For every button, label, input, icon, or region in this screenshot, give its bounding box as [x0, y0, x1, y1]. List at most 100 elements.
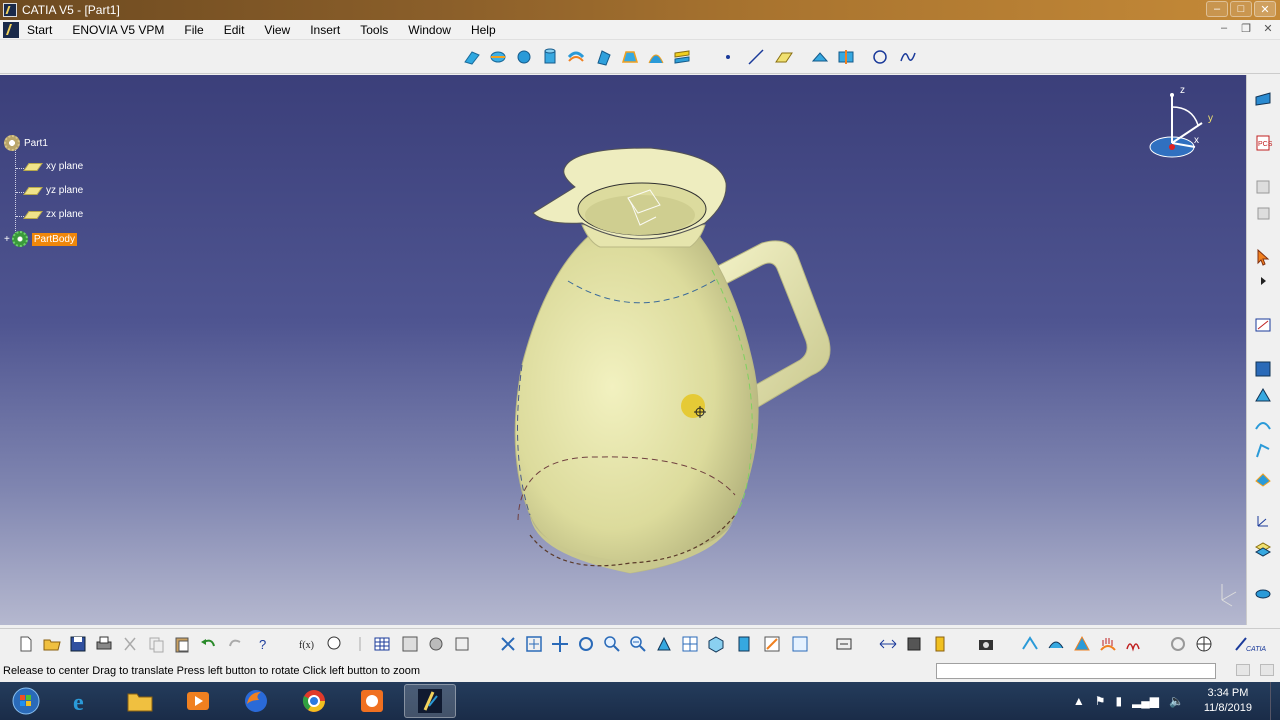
expand-arrow-icon[interactable] — [1253, 271, 1273, 291]
axis-system-icon[interactable] — [1253, 511, 1273, 531]
menu-start[interactable]: Start — [23, 20, 62, 40]
spline-icon[interactable] — [898, 47, 918, 67]
pitcher-model[interactable] — [0, 75, 1246, 625]
measure-inertia-icon[interactable] — [930, 634, 950, 654]
firefox-icon[interactable] — [230, 684, 282, 718]
print-icon[interactable] — [94, 634, 114, 654]
sketch-icon[interactable] — [1253, 315, 1273, 335]
doc-close-button[interactable]: ✕ — [1260, 22, 1276, 35]
manipulate-icon[interactable] — [1253, 583, 1273, 603]
reflect-lines-icon[interactable] — [1124, 634, 1144, 654]
knowledge-advisor-icon[interactable] — [324, 634, 344, 654]
connect-checker-icon[interactable] — [1020, 634, 1040, 654]
fill-icon[interactable] — [620, 47, 640, 67]
undo-icon[interactable] — [198, 634, 218, 654]
minimize-button[interactable]: – — [1206, 1, 1228, 17]
workbench-icon[interactable] — [1253, 89, 1273, 109]
pan-icon[interactable] — [550, 634, 570, 654]
cut-icon[interactable] — [120, 634, 140, 654]
show-desktop-button[interactable] — [1270, 682, 1280, 720]
line-icon[interactable] — [746, 47, 766, 67]
split-icon[interactable] — [836, 47, 856, 67]
instantiate-icon[interactable] — [426, 634, 446, 654]
measure-item-icon[interactable] — [904, 634, 924, 654]
network-icon[interactable]: ▂▄▆ — [1132, 694, 1159, 708]
menu-window[interactable]: Window — [398, 20, 461, 40]
update-icon[interactable] — [834, 634, 854, 654]
zoom-out-icon[interactable] — [628, 634, 648, 654]
menu-file[interactable]: File — [174, 20, 213, 40]
swap-space-icon[interactable] — [790, 634, 810, 654]
measure-between-icon[interactable] — [878, 634, 898, 654]
flag-icon[interactable]: ⚑ — [1095, 694, 1106, 708]
status-icon[interactable] — [1236, 664, 1250, 676]
multi-view-icon[interactable] — [680, 634, 700, 654]
start-menu-icon[interactable] — [3, 21, 19, 38]
menu-tools[interactable]: Tools — [350, 20, 398, 40]
blend-icon[interactable] — [672, 47, 692, 67]
orange-app-icon[interactable] — [346, 684, 398, 718]
point-icon[interactable] — [718, 47, 738, 67]
law-icon[interactable] — [350, 634, 370, 654]
catia-app-icon[interactable] — [3, 3, 17, 17]
connect-icon[interactable] — [1253, 441, 1273, 461]
menu-enovia[interactable]: ENOVIA V5 VPM — [62, 20, 174, 40]
formula-icon[interactable]: f(x) — [298, 634, 318, 654]
porcupine-analysis-icon[interactable] — [1098, 634, 1118, 654]
curve-icon[interactable] — [1253, 415, 1273, 435]
surface-analysis-icon[interactable] — [1253, 385, 1273, 405]
paste-icon[interactable] — [172, 634, 192, 654]
catia-taskbar-icon[interactable] — [404, 684, 456, 718]
power-input-field[interactable] — [936, 663, 1216, 679]
offset-surface-icon[interactable] — [566, 47, 586, 67]
new-file-icon[interactable] — [16, 634, 36, 654]
compass-widget[interactable]: z y x — [1140, 85, 1220, 165]
extrude-surface-icon[interactable] — [462, 47, 482, 67]
status-icon[interactable] — [1260, 664, 1274, 676]
draft-icon[interactable] — [1253, 469, 1273, 489]
menu-help[interactable]: Help — [461, 20, 506, 40]
design-table-icon[interactable] — [372, 634, 392, 654]
shading-icon[interactable] — [734, 634, 754, 654]
globe-icon[interactable] — [1194, 634, 1214, 654]
catalog-browser-icon[interactable] — [400, 634, 420, 654]
normal-view-icon[interactable] — [654, 634, 674, 654]
close-button[interactable]: ✕ — [1254, 1, 1276, 17]
fly-mode-icon[interactable] — [498, 634, 518, 654]
whats-this-icon[interactable]: ? — [254, 634, 274, 654]
output-feature-icon[interactable] — [1253, 359, 1273, 379]
sphere-icon[interactable] — [514, 47, 534, 67]
plane-icon[interactable] — [774, 47, 794, 67]
tray-expand-icon[interactable]: ▲ — [1073, 694, 1085, 708]
circle-icon[interactable] — [870, 47, 890, 67]
cylinder-icon[interactable] — [540, 47, 560, 67]
measure-icon[interactable] — [452, 634, 472, 654]
sweep-icon[interactable] — [594, 47, 614, 67]
select-arrow-icon[interactable] — [1253, 247, 1273, 267]
maximize-button[interactable]: □ — [1230, 1, 1252, 17]
media-player-icon[interactable] — [172, 684, 224, 718]
open-folder-icon[interactable] — [42, 634, 62, 654]
file-explorer-icon[interactable] — [114, 684, 166, 718]
catalog-icon[interactable] — [1253, 177, 1273, 197]
chrome-icon[interactable] — [288, 684, 340, 718]
clock[interactable]: 3:34 PM 11/8/2019 — [1204, 686, 1252, 716]
volume-icon[interactable]: 🔈 — [1169, 694, 1184, 708]
multi-section-surface-icon[interactable] — [646, 47, 666, 67]
copy-icon[interactable] — [146, 634, 166, 654]
internet-explorer-icon[interactable]: e — [56, 684, 108, 718]
3d-viewport[interactable]: Part1 xy plane yz plane zx plane + PartB… — [0, 75, 1246, 625]
iso-view-icon[interactable] — [706, 634, 726, 654]
doc-restore-button[interactable]: ❐ — [1238, 22, 1254, 35]
revolve-surface-icon[interactable] — [488, 47, 508, 67]
start-orb-button[interactable] — [0, 684, 52, 718]
cycle-icon[interactable] — [1168, 634, 1188, 654]
hide-show-icon[interactable] — [762, 634, 782, 654]
rotate-icon[interactable] — [576, 634, 596, 654]
copy-icon[interactable] — [1253, 203, 1273, 223]
redo-icon[interactable] — [226, 634, 246, 654]
pcs-icon[interactable]: PCS — [1253, 133, 1273, 153]
join-icon[interactable] — [810, 47, 830, 67]
draft-analysis-icon[interactable] — [1072, 634, 1092, 654]
capture-icon[interactable] — [976, 634, 996, 654]
